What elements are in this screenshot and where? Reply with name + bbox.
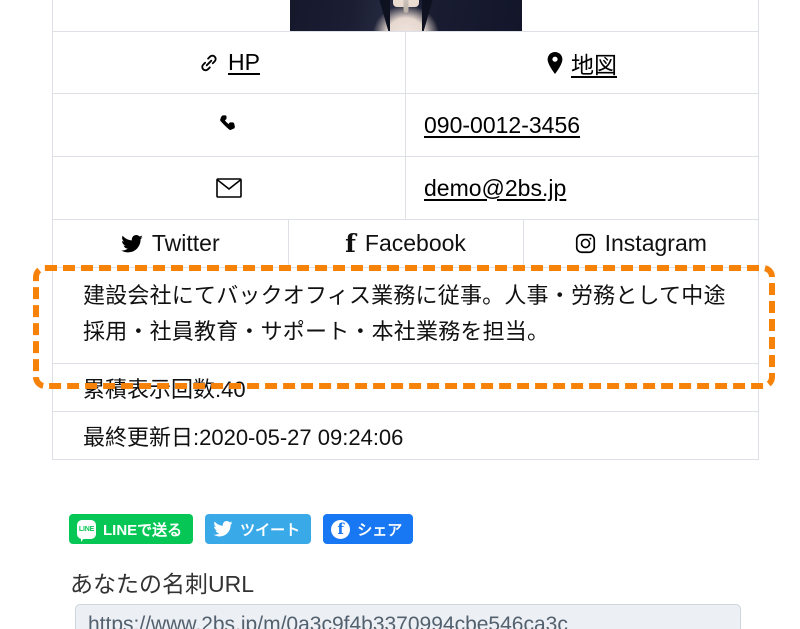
last-updated-cell: 最終更新日:2020-05-27 09:24:06	[52, 411, 759, 461]
social-row: Twitter f Facebook Instagram	[52, 219, 759, 268]
share-facebook-label: シェア	[357, 521, 403, 539]
mail-icon-cell	[52, 156, 406, 220]
map-link-cell[interactable]: 地図	[405, 31, 759, 94]
description-cell: 建設会社にてバックオフィス業務に従事。人事・労務として中途採用・社員教育・サポー…	[52, 266, 759, 365]
social-cell-wrap: Twitter f Facebook Instagram	[52, 219, 759, 268]
hp-link[interactable]: HP	[53, 49, 405, 76]
photo-wrapper	[53, 0, 758, 31]
share-buttons: LINE LINEで送る ツイート f シェア	[69, 514, 414, 544]
share-line-button[interactable]: LINE LINEで送る	[69, 514, 194, 544]
map-link[interactable]: 地図	[406, 46, 758, 80]
social-instagram-inner[interactable]: Instagram	[524, 230, 758, 257]
description-row: 建設会社にてバックオフィス業務に従事。人事・労務として中途採用・社員教育・サポー…	[52, 266, 759, 365]
link-chain-icon	[198, 52, 220, 74]
share-line-label: LINEで送る	[103, 521, 183, 539]
last-updated-row: 最終更新日:2020-05-27 09:24:06	[52, 411, 759, 461]
card-url-input[interactable]: https://www.2bs.jp/m/0a3c9f4b3370994cbe5…	[75, 604, 741, 629]
share-facebook-button[interactable]: f シェア	[323, 514, 414, 544]
phone-icon-cell	[52, 93, 406, 157]
map-pin-icon	[547, 51, 563, 74]
last-updated-text: 最終更新日:2020-05-27 09:24:06	[83, 424, 404, 450]
phone-value-cell[interactable]: 090-0012-3456	[405, 93, 759, 157]
social-facebook-label: Facebook	[364, 230, 466, 256]
photo-collar-right	[421, 0, 438, 31]
facebook-badge-text: f	[337, 519, 344, 538]
social-twitter[interactable]: Twitter	[53, 220, 289, 267]
share-twitter-button[interactable]: ツイート	[205, 514, 312, 544]
mail-icon	[53, 178, 405, 198]
email-address[interactable]: demo@2bs.jp	[424, 175, 566, 201]
email-row: demo@2bs.jp	[52, 156, 759, 220]
view-count-cell: 累積表示回数:40	[52, 363, 759, 413]
instagram-icon	[575, 233, 596, 254]
map-link-label[interactable]: 地図	[571, 46, 617, 80]
photo-collar-left	[373, 0, 390, 31]
phone-icon	[53, 113, 405, 137]
twitter-icon	[213, 521, 233, 537]
social-instagram[interactable]: Instagram	[523, 220, 758, 267]
hp-link-cell[interactable]: HP	[52, 31, 406, 94]
view-count-row: 累積表示回数:40	[52, 363, 759, 413]
view-count-text: 累積表示回数:40	[83, 376, 246, 402]
card-url-label: あなたの名刺URL	[70, 571, 255, 597]
business-card-page: HP 地図 090-0012-3456 demo@2bs.jp Twitter …	[0, 0, 800, 629]
photo-necklace	[403, 0, 408, 13]
email-value-cell[interactable]: demo@2bs.jp	[405, 156, 759, 220]
share-twitter-label: ツイート	[240, 521, 301, 539]
hp-link-label[interactable]: HP	[228, 49, 260, 76]
social-twitter-inner[interactable]: Twitter	[53, 230, 288, 257]
photo-cell	[52, 0, 759, 32]
social-instagram-label: Instagram	[604, 230, 707, 256]
social-twitter-label: Twitter	[151, 230, 220, 256]
links-row: HP 地図	[52, 31, 759, 94]
social-facebook[interactable]: f Facebook	[288, 220, 524, 267]
line-icon: LINE	[77, 519, 96, 542]
line-badge-text: LINE	[78, 525, 95, 533]
profile-photo	[289, 0, 522, 31]
facebook-icon: f	[345, 229, 356, 258]
social-facebook-inner[interactable]: f Facebook	[289, 230, 523, 257]
phone-number[interactable]: 090-0012-3456	[424, 112, 580, 138]
business-card-table: HP 地図 090-0012-3456 demo@2bs.jp Twitter …	[52, 0, 759, 461]
twitter-icon	[121, 234, 143, 253]
phone-row: 090-0012-3456	[52, 93, 759, 157]
facebook-icon: f	[331, 519, 351, 539]
description-text: 建設会社にてバックオフィス業務に従事。人事・労務として中途採用・社員教育・サポー…	[83, 283, 726, 344]
photo-row	[52, 0, 759, 32]
